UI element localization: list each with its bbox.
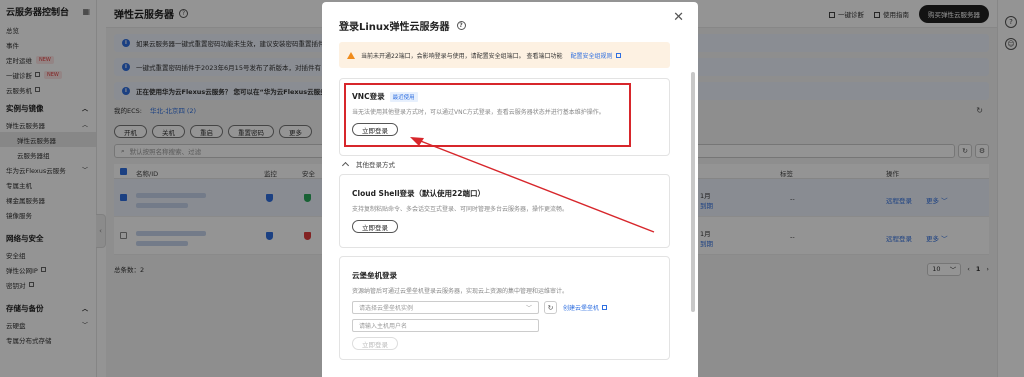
- chevron-down-icon: ﹀: [525, 305, 532, 312]
- bastion-instance-select[interactable]: 请选择云堡垒机实例 ﹀: [352, 301, 539, 314]
- cloudshell-title: Cloud Shell登录（默认使用22端口）: [352, 189, 485, 198]
- cloudshell-login-card: Cloud Shell登录（默认使用22端口） 支持复制粘贴命令、多会话交互式登…: [339, 174, 670, 248]
- bastion-desc: 资源纳管后可通过云堡垒机登录云服务器，实现云上资源的集中管理和运维审计。: [352, 288, 569, 295]
- bastion-title: 云堡垒机登录: [352, 271, 397, 280]
- close-icon[interactable]: ✕: [673, 10, 684, 25]
- login-dialog: 登录Linux弹性云服务器 ? ✕ 当前未开通22端口，会影响登录与使用，请配置…: [322, 2, 698, 377]
- external-link-icon: [602, 305, 608, 310]
- create-bastion-link[interactable]: 创建云堡垒机: [563, 303, 599, 312]
- chevron-up-icon: [341, 161, 350, 169]
- config-security-group-link[interactable]: 配置安全组规则: [571, 51, 613, 60]
- bastion-select-row: 请选择云堡垒机实例 ﹀ ↻ 创建云堡垒机: [352, 301, 657, 314]
- port-warning: 当前未开通22端口，会影响登录与使用，请配置安全组端口。 查看端口功能 配置安全…: [339, 42, 670, 68]
- other-login-toggle[interactable]: 其他登录方式: [339, 159, 395, 169]
- warning-icon: [347, 51, 355, 59]
- dialog-title: 登录Linux弹性云服务器 ?: [339, 18, 466, 33]
- dialog-scrollbar[interactable]: [691, 72, 695, 312]
- cloudshell-desc: 支持复制粘贴命令、多会话交互式登录、可同时管理多台云服务器，操作更流畅。: [352, 206, 569, 213]
- help-icon[interactable]: ?: [456, 21, 466, 30]
- highlight-box: [344, 83, 631, 147]
- refresh-button[interactable]: ↻: [544, 301, 557, 314]
- host-username-input[interactable]: 请输入主机用户名: [352, 319, 539, 332]
- external-link-icon: [615, 52, 621, 58]
- cloudshell-login-button[interactable]: 立即登录: [352, 220, 398, 233]
- bastion-login-card: 云堡垒机登录 资源纳管后可通过云堡垒机登录云服务器，实现云上资源的集中管理和运维…: [339, 256, 670, 360]
- bastion-login-button: 立即登录: [352, 337, 398, 350]
